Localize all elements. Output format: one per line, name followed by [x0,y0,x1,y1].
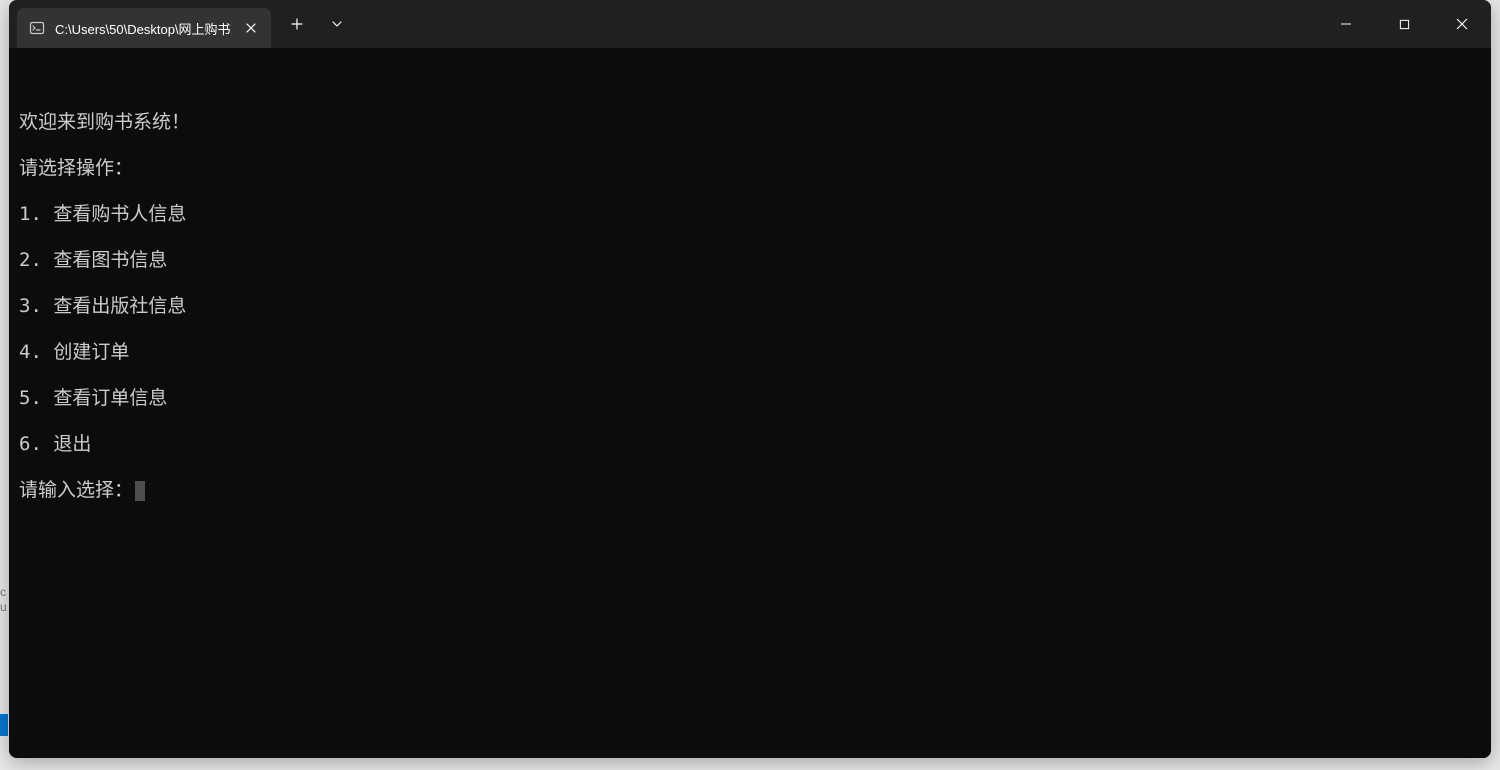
tab-title: C:\Users\50\Desktop\网上购书 [55,19,231,38]
minimize-button[interactable] [1317,0,1375,48]
welcome-line: 欢迎来到购书系统！ [19,111,1481,134]
new-tab-button[interactable] [279,8,315,40]
input-prompt: 请输入选择： [19,479,133,502]
close-window-button[interactable] [1433,0,1491,48]
menu-item-3: 3. 查看出版社信息 [19,295,1481,318]
tab-strip: C:\Users\50\Desktop\网上购书 [9,0,271,48]
tab-dropdown-button[interactable] [319,8,355,40]
tab-actions [271,0,355,48]
maximize-button[interactable] [1375,0,1433,48]
title-bar-drag-area[interactable] [355,0,1317,48]
menu-item-5: 5. 查看订单信息 [19,387,1481,410]
menu-item-6: 6. 退出 [19,433,1481,456]
tab-active[interactable]: C:\Users\50\Desktop\网上购书 [17,8,271,48]
terminal-icon [29,20,45,36]
menu-item-4: 4. 创建订单 [19,341,1481,364]
background-blue-accent [0,714,8,736]
terminal-window: C:\Users\50\Desktop\网上购书 [9,0,1491,758]
background-text-u: u [0,600,7,614]
text-cursor [135,481,145,501]
menu-item-2: 2. 查看图书信息 [19,249,1481,272]
menu-item-1: 1. 查看购书人信息 [19,203,1481,226]
title-bar[interactable]: C:\Users\50\Desktop\网上购书 [9,0,1491,48]
window-controls [1317,0,1491,48]
instruction-line: 请选择操作： [19,157,1481,180]
tab-close-button[interactable] [241,18,261,38]
background-text-c: c [0,585,6,599]
terminal-output[interactable]: 欢迎来到购书系统！ 请选择操作： 1. 查看购书人信息 2. 查看图书信息 3.… [9,48,1491,758]
